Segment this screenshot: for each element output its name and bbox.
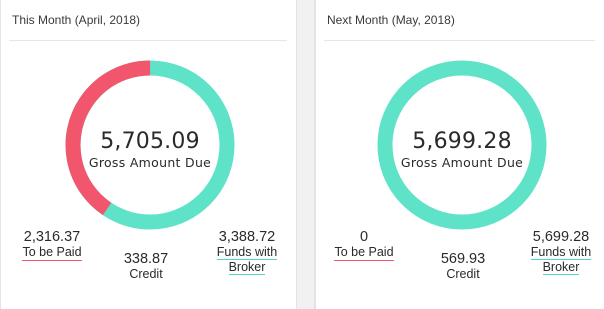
funds-with-broker-value: 3,388.72 [218, 229, 276, 245]
gross-amount-value: 5,705.09 [100, 129, 200, 154]
to-be-paid-value: 2,316.37 [23, 229, 81, 245]
funds-with-broker-label-line1: Funds with [216, 245, 278, 260]
panel-gutter [296, 0, 315, 309]
funds-with-broker-label-line2: Broker [542, 260, 580, 275]
funds-with-broker-stat: 3,388.72 Funds with Broker [207, 229, 287, 275]
to-be-paid-label: To be Paid [334, 245, 394, 261]
gross-amount-label: Gross Amount Due [88, 155, 212, 170]
gross-amount-value: 5,699.28 [412, 129, 512, 154]
credit-label: Credit [446, 267, 480, 281]
to-be-paid-stat: 2,316.37 To be Paid [15, 229, 89, 261]
funds-with-broker-label-line2: Broker [228, 260, 266, 275]
credit-value: 338.87 [123, 251, 169, 267]
this-month-panel: This Month (April, 2018) 5,705.09 Gross … [0, 0, 297, 309]
credit-label: Credit [129, 267, 163, 281]
panel-title: This Month (April, 2018) [12, 13, 141, 27]
divider [9, 40, 287, 41]
panel-title: Next Month (May, 2018) [327, 13, 455, 27]
credit-value: 569.93 [440, 251, 486, 267]
to-be-paid-value: 0 [359, 229, 369, 245]
funds-with-broker-label-line1: Funds with [530, 245, 592, 260]
credit-stat: 569.93 Credit [428, 251, 498, 281]
gross-amount-label: Gross Amount Due [400, 155, 524, 170]
funds-with-broker-stat: 5,699.28 Funds with Broker [522, 229, 600, 275]
to-be-paid-label: To be Paid [22, 245, 82, 261]
credit-stat: 338.87 Credit [111, 251, 181, 281]
funds-with-broker-value: 5,699.28 [532, 229, 590, 245]
divider [324, 40, 595, 41]
next-month-panel: Next Month (May, 2018) 5,699.28 Gross Am… [315, 0, 604, 309]
to-be-paid-stat: 0 To be Paid [328, 229, 400, 261]
